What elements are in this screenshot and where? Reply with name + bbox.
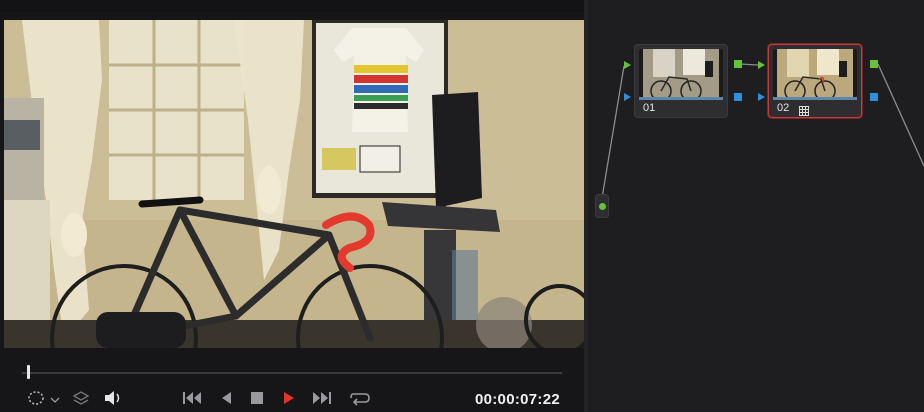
play-icon: [283, 391, 295, 410]
stop-icon: [251, 391, 263, 409]
node-01-rgb-output-port[interactable]: [734, 60, 742, 68]
source-output-port[interactable]: [599, 203, 606, 210]
reverse-play-button[interactable]: [216, 390, 236, 410]
node-02-thumbnail: [773, 49, 857, 97]
volume-icon: [103, 390, 123, 411]
node-01-thumbnail: [639, 49, 723, 97]
skip-forward-icon: [310, 391, 332, 410]
node-02-label: 02: [777, 102, 790, 114]
source-input-node[interactable]: [595, 194, 609, 218]
node-01[interactable]: 01: [634, 44, 728, 118]
viewer-panel: 00:00:07:22: [0, 0, 588, 412]
transport-bar: 00:00:07:22: [0, 388, 584, 412]
bike-room-scene: [4, 20, 584, 348]
node-02-rgb-output-port[interactable]: [870, 60, 878, 68]
node-02-alpha-output-port[interactable]: [870, 93, 878, 101]
jump-to-end-button[interactable]: [308, 390, 334, 410]
viewer-top-strip: [0, 0, 588, 12]
node-01-label: 01: [643, 102, 656, 114]
node-02-bar: [773, 97, 857, 100]
reverse-play-icon: [220, 391, 232, 410]
layers-icon: [72, 390, 90, 411]
timecode-display: 00:00:07:22: [474, 391, 560, 408]
viewer-mode-icon: [28, 390, 50, 411]
layers-button[interactable]: [70, 390, 92, 410]
loop-button[interactable]: [346, 390, 374, 410]
node-02-rgb-input-port[interactable]: [758, 61, 765, 69]
node-02[interactable]: 02: [768, 44, 862, 118]
video-frame: [4, 20, 584, 348]
play-button[interactable]: [278, 390, 300, 410]
grid-icon: [799, 103, 809, 121]
jump-to-start-button[interactable]: [180, 390, 206, 410]
node-02-alpha-input-port[interactable]: [758, 93, 765, 101]
viewer-mode-dropdown[interactable]: [24, 390, 64, 410]
node-01-alpha-output-port[interactable]: [734, 93, 742, 101]
node-01-bar: [639, 97, 723, 100]
scrubber-track[interactable]: [22, 372, 562, 374]
timeline-scrubber[interactable]: [0, 358, 584, 386]
skip-back-icon: [182, 391, 204, 410]
playhead-handle[interactable]: [27, 365, 31, 379]
node-01-rgb-input-port[interactable]: [624, 61, 631, 69]
chevron-down-icon: [50, 391, 60, 409]
loop-icon: [348, 390, 372, 411]
node-01-alpha-input-port[interactable]: [624, 93, 631, 101]
volume-button[interactable]: [102, 390, 124, 410]
stop-button[interactable]: [246, 390, 268, 410]
